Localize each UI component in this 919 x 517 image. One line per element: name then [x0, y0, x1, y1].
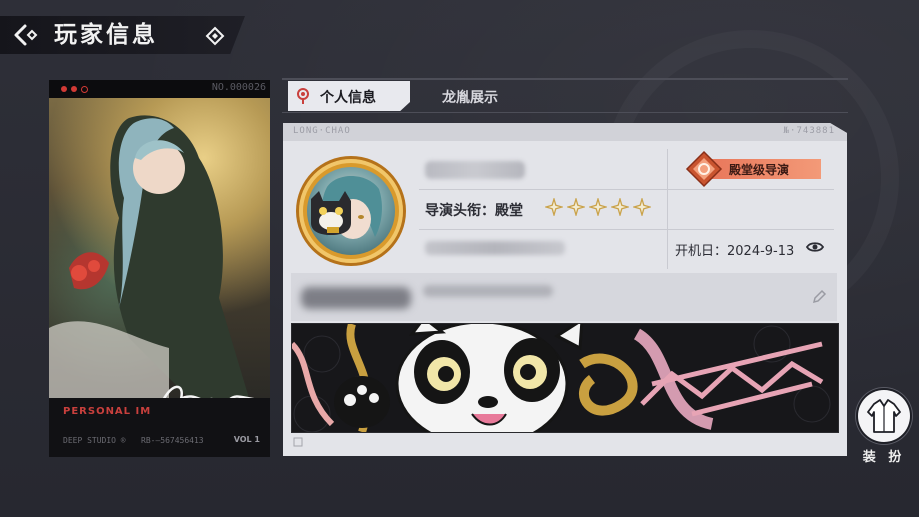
footer-square-icon [293, 437, 303, 447]
card-personal-text: PERSONAL IM [63, 406, 152, 417]
rank-gem-icon [685, 150, 723, 188]
strip-left-text: LONG·CHAO [293, 126, 351, 136]
tab-personal-info[interactable]: 个人信息 [288, 81, 410, 111]
tab-label: 个人信息 [320, 90, 376, 106]
card-volume: VOL 1 [233, 435, 260, 444]
start-date: 开机日：2024-9-13 [675, 244, 795, 259]
blurred-signature-text [423, 285, 553, 297]
character-artwork [49, 98, 270, 399]
dress-up-button[interactable] [858, 390, 910, 442]
signature-box[interactable] [291, 273, 837, 321]
jacket-icon [867, 399, 901, 433]
dress-up-label: 装 扮 [862, 450, 906, 465]
back-arrow-icon [14, 24, 38, 46]
page-title: 玩家信息 [54, 22, 158, 48]
director-title: 导演头衔：殿堂 [425, 203, 523, 219]
tab-bottom-line [282, 112, 848, 113]
date-row: 开机日：2024-9-13 [419, 229, 834, 269]
badge-label: 殿堂级导演 [729, 163, 790, 177]
card-studio: DEEP STUDIO ® [63, 436, 126, 445]
character-illustration [49, 115, 249, 399]
star-icon [611, 198, 629, 216]
star-icon [545, 198, 563, 216]
blurred-player-name [425, 161, 525, 179]
blurred-signature [301, 287, 411, 309]
cat-mascot [311, 191, 351, 235]
back-button[interactable] [12, 22, 42, 48]
diamond-icon [205, 26, 225, 46]
rank-badge: 殿堂级导演 [685, 150, 825, 188]
eye-icon[interactable] [806, 240, 824, 254]
page-header: 玩家信息 [0, 16, 250, 54]
player-avatar[interactable] [299, 159, 403, 263]
ring-dot-icon [81, 86, 88, 93]
tab-label: 龙胤展示 [442, 90, 498, 106]
red-dot-icon [71, 86, 77, 92]
panel-footer [291, 437, 491, 449]
info-panel: LONG·CHAO №·743881 殿堂级导演 导演头衔：殿堂 开机日：202… [283, 123, 847, 456]
tab-top-line [282, 78, 848, 80]
edit-icon[interactable] [811, 289, 827, 305]
panel-strip: LONG·CHAO №·743881 [283, 123, 847, 141]
card-serial: RB-—567456413 [141, 436, 204, 445]
portrait-card[interactable]: NO.000026 PERSONAL IM DEEP STUDIO ® RB-—… [49, 80, 270, 457]
card-top-bar: NO.000026 [49, 80, 270, 98]
location-pin-icon [297, 88, 309, 104]
star-rating [545, 198, 651, 216]
card-code: NO.000026 [211, 82, 266, 93]
strip-right-text: №·743881 [783, 126, 835, 136]
star-icon [567, 198, 585, 216]
star-icon [633, 198, 651, 216]
card-footer: PERSONAL IM DEEP STUDIO ® RB-—567456413 … [49, 398, 270, 457]
panda-banner-art [292, 324, 838, 432]
blurred-uid [425, 241, 565, 255]
tab-bar: 个人信息 龙胤展示 [282, 81, 848, 113]
profile-banner[interactable] [291, 323, 839, 433]
name-row: 殿堂级导演 [419, 149, 834, 190]
red-dot-icon [61, 86, 67, 92]
title-row: 导演头衔：殿堂 [419, 189, 834, 230]
tab-dragon-display[interactable]: 龙胤展示 [432, 81, 542, 111]
star-icon [589, 198, 607, 216]
